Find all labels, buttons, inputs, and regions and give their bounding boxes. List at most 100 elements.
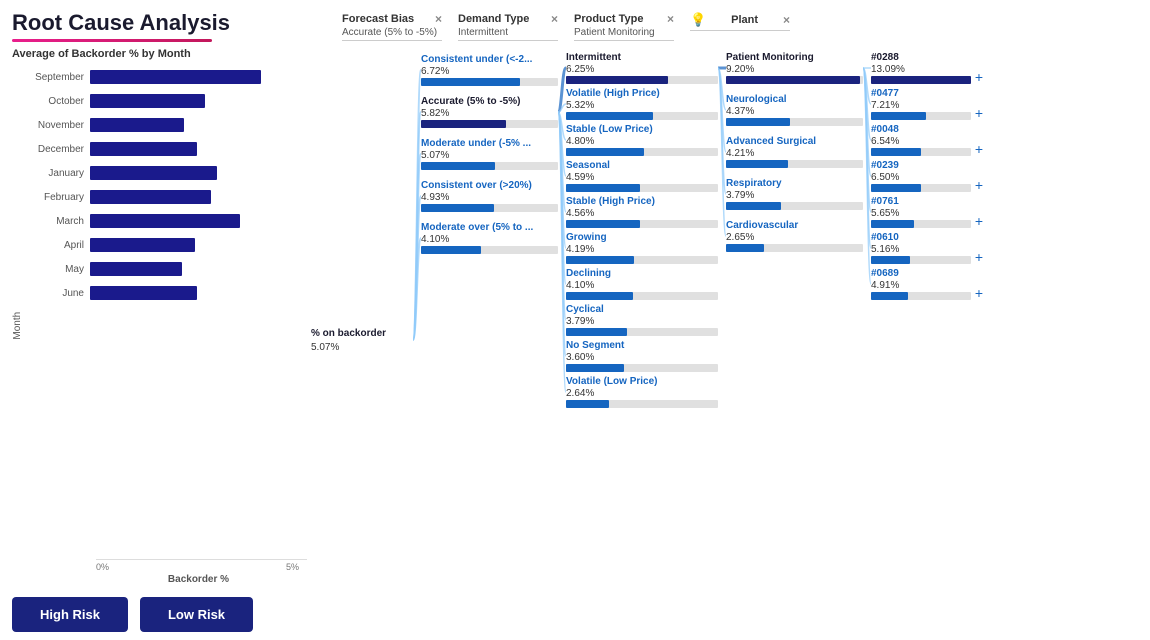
- node-bar-wrap: [871, 220, 971, 228]
- node-bar: [421, 162, 495, 170]
- expand-button[interactable]: +: [975, 178, 983, 192]
- node-bar-wrap: [421, 204, 558, 212]
- node-bar: [871, 256, 910, 264]
- node-content: #06894.91%: [871, 268, 971, 300]
- filter-product-type-value: Patient Monitoring: [574, 27, 674, 38]
- node-bar-wrap: [871, 112, 971, 120]
- node-bar-wrap: [566, 148, 718, 156]
- node-label: Stable (Low Price): [566, 124, 718, 136]
- node-bar: [566, 256, 634, 264]
- sankey-col-4: #028813.09%+#04777.21%+#00486.54%+#02396…: [867, 48, 987, 632]
- node-item: Declining4.10%: [566, 268, 718, 300]
- bar-container: [90, 262, 299, 276]
- month-label: January: [25, 168, 90, 179]
- node-item: Respiratory3.79%: [726, 178, 863, 210]
- bar-container: [90, 70, 299, 84]
- node-label: Seasonal: [566, 160, 718, 172]
- filter-forecast-bias-close[interactable]: ×: [435, 12, 442, 26]
- node-bar: [421, 246, 481, 254]
- sankey-col-1: Consistent under (<-2...6.72%Accurate (5…: [417, 48, 562, 632]
- month-label: October: [25, 96, 90, 107]
- node-value: 5.07%: [421, 150, 558, 161]
- month-label: September: [25, 72, 90, 83]
- node-bar: [566, 292, 633, 300]
- node-value: 4.10%: [421, 234, 558, 245]
- node-bar: [726, 160, 788, 168]
- sku-label: #0477: [871, 88, 971, 100]
- sku-value: 13.09%: [871, 64, 971, 75]
- node-value: 6.25%: [566, 64, 718, 75]
- node-bar-wrap: [566, 400, 718, 408]
- node-content: Stable (High Price)4.56%: [566, 196, 718, 228]
- high-risk-button[interactable]: High Risk: [12, 597, 128, 632]
- node-value: 2.64%: [566, 388, 718, 399]
- sku-label: #0288: [871, 52, 971, 64]
- sku-value: 6.54%: [871, 136, 971, 147]
- sankey-panel: % on backorder 5.07% Consistent under (<…: [307, 48, 1138, 632]
- filter-forecast-bias: Forecast Bias × Accurate (5% to -5%): [342, 12, 442, 41]
- expand-button[interactable]: +: [975, 214, 983, 228]
- node-root: % on backorder 5.07%: [311, 328, 413, 353]
- node-item: Stable (High Price)4.56%: [566, 196, 718, 228]
- bar-row: February: [25, 186, 299, 208]
- node-bar: [871, 148, 921, 156]
- axis-ticks: 0% 5%: [96, 562, 307, 572]
- node-item: Stable (Low Price)4.80%: [566, 124, 718, 156]
- node-bar-wrap: [726, 76, 863, 84]
- filter-plant-close[interactable]: ×: [783, 13, 790, 27]
- node-value: 4.19%: [566, 244, 718, 255]
- month-label: November: [25, 120, 90, 131]
- expand-button[interactable]: +: [975, 286, 983, 300]
- node-value: 4.93%: [421, 192, 558, 203]
- node-bar-wrap: [566, 112, 718, 120]
- node-label: Volatile (Low Price): [566, 376, 718, 388]
- node-value: 3.79%: [566, 316, 718, 327]
- sku-value: 6.50%: [871, 172, 971, 183]
- node-item: No Segment3.60%: [566, 340, 718, 372]
- axis-tick-0: 0%: [96, 562, 109, 572]
- bar-container: [90, 94, 299, 108]
- expand-button[interactable]: +: [975, 142, 983, 156]
- node-bar-wrap: [566, 292, 718, 300]
- node-bar: [566, 148, 644, 156]
- bar: [90, 118, 184, 132]
- expand-button[interactable]: +: [975, 70, 983, 84]
- node-item: #028813.09% +: [871, 52, 983, 84]
- node-content: Moderate under (-5% ...5.07%: [421, 138, 558, 170]
- bar-row: May: [25, 258, 299, 280]
- bar-container: [90, 214, 299, 228]
- filter-product-type-label: Product Type: [574, 13, 643, 25]
- node-content: Growing4.19%: [566, 232, 718, 264]
- filter-demand-type-label: Demand Type: [458, 13, 529, 25]
- node-bar: [871, 112, 926, 120]
- node-bar-wrap: [871, 148, 971, 156]
- node-root-label: % on backorder: [311, 328, 413, 340]
- node-item: Advanced Surgical4.21%: [726, 136, 863, 168]
- expand-button[interactable]: +: [975, 250, 983, 264]
- bar-row: April: [25, 234, 299, 256]
- node-label: Accurate (5% to -5%): [421, 96, 558, 108]
- node-label: Declining: [566, 268, 718, 280]
- bar-row: January: [25, 162, 299, 184]
- expand-button[interactable]: +: [975, 106, 983, 120]
- node-bar-wrap: [871, 184, 971, 192]
- month-label: December: [25, 144, 90, 155]
- node-bar-wrap: [871, 76, 971, 84]
- node-content: Stable (Low Price)4.80%: [566, 124, 718, 156]
- node-content: #028813.09%: [871, 52, 971, 84]
- node-bar: [726, 76, 860, 84]
- chart-subtitle: Average of Backorder % by Month: [12, 48, 307, 60]
- filter-demand-type-close[interactable]: ×: [551, 12, 558, 26]
- filter-demand-type: Demand Type × Intermittent: [458, 12, 558, 41]
- node-bar: [871, 184, 921, 192]
- node-value: 4.59%: [566, 172, 718, 183]
- node-value: 4.56%: [566, 208, 718, 219]
- title-section: Root Cause Analysis: [12, 10, 312, 42]
- low-risk-button[interactable]: Low Risk: [140, 597, 253, 632]
- node-bar-wrap: [421, 246, 558, 254]
- buttons-row: High Risk Low Risk: [12, 593, 307, 632]
- filter-product-type-close[interactable]: ×: [667, 12, 674, 26]
- node-label: Growing: [566, 232, 718, 244]
- title-underline: [12, 39, 212, 42]
- month-label: March: [25, 216, 90, 227]
